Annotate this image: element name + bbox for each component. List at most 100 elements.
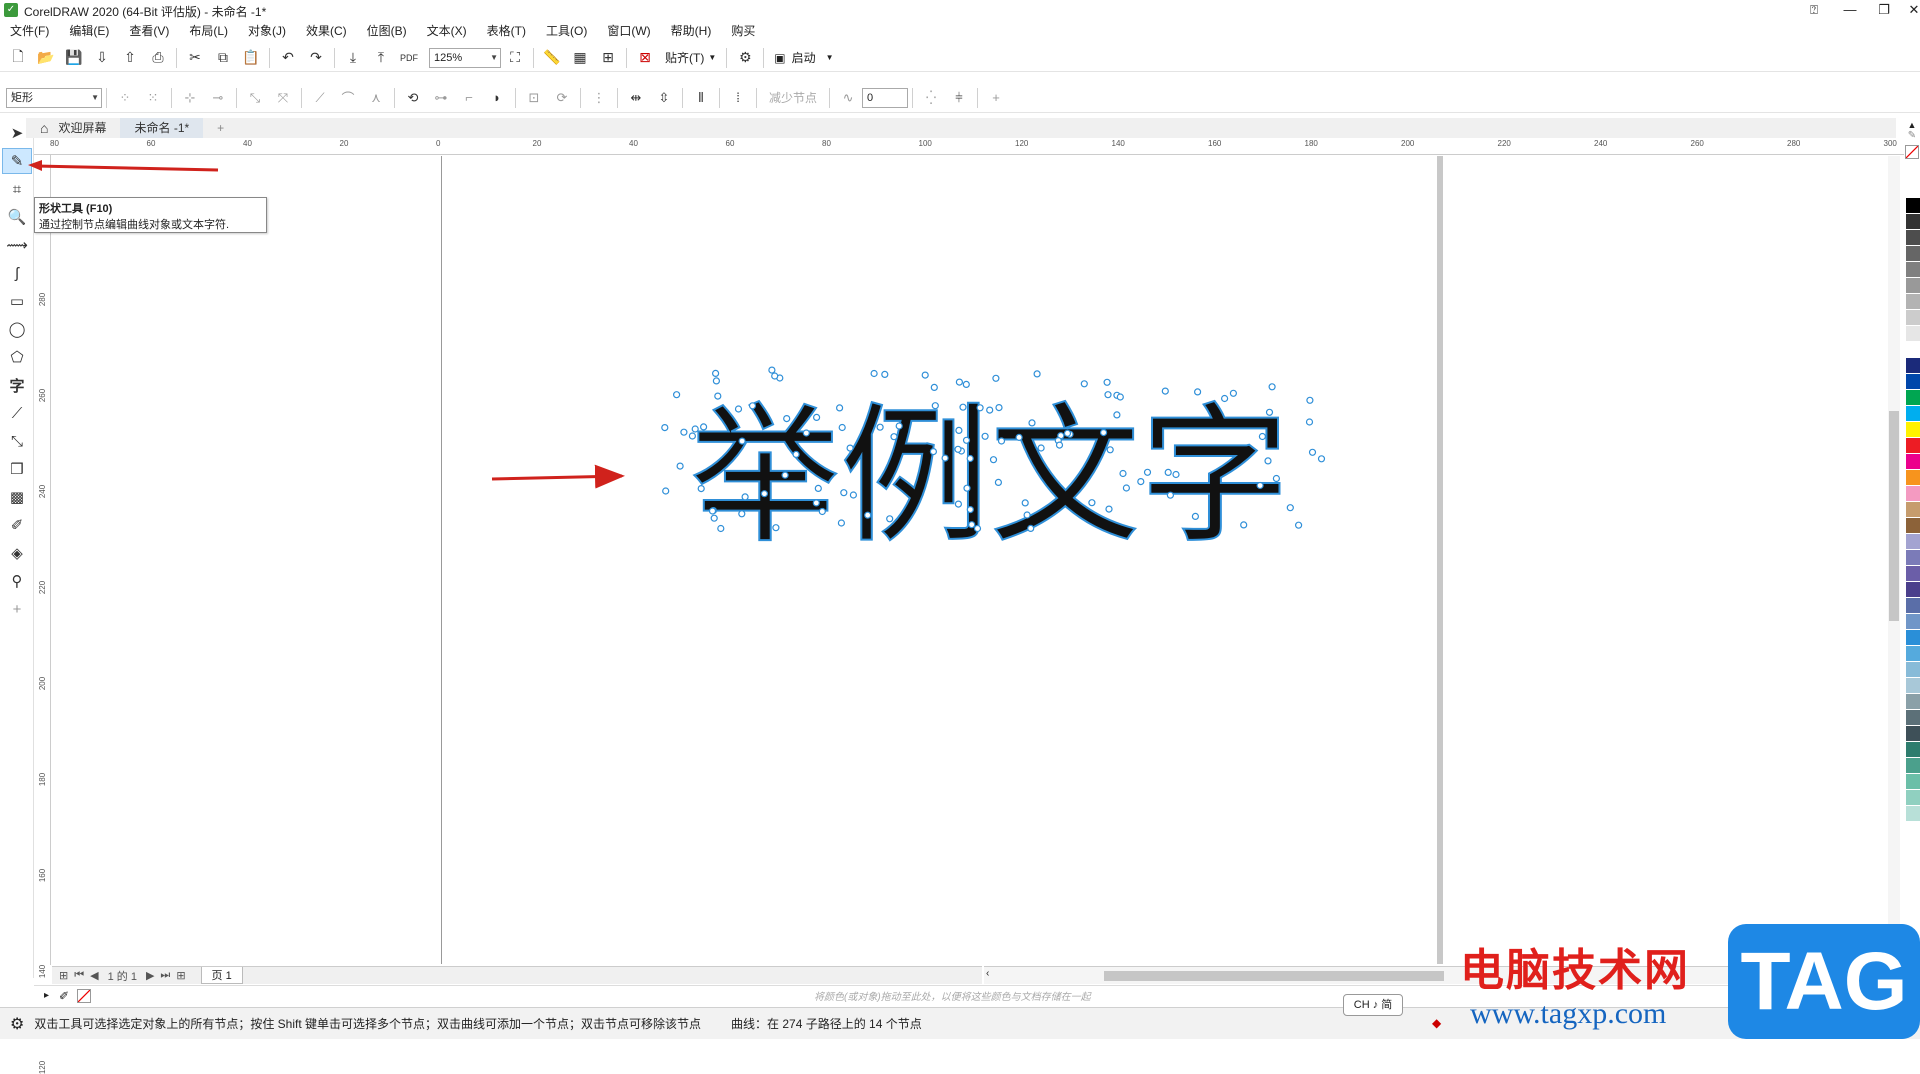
- curve-node[interactable]: [840, 489, 848, 497]
- open-folder-icon[interactable]: 📂: [34, 46, 58, 70]
- canvas-text-curves[interactable]: 举例文字: [689, 389, 1291, 565]
- full-screen-icon[interactable]: ⛶: [503, 46, 527, 70]
- next-page-icon[interactable]: ▶: [146, 969, 154, 982]
- extend-curve-icon[interactable]: ⊶: [429, 86, 453, 110]
- curve-node[interactable]: [890, 433, 898, 441]
- curve-node[interactable]: [973, 524, 982, 533]
- close-button[interactable]: ✕: [1896, 0, 1920, 20]
- color-swatch[interactable]: [1906, 742, 1920, 758]
- curve-node[interactable]: [864, 511, 872, 519]
- no-color-swatch[interactable]: [1905, 145, 1919, 159]
- cusp-node-icon[interactable]: ⋏: [364, 86, 388, 110]
- curve-node[interactable]: [672, 391, 681, 399]
- status-settings-gear-icon[interactable]: ⚙: [10, 1014, 24, 1034]
- curve-node[interactable]: [981, 432, 989, 440]
- curve-node[interactable]: [1033, 370, 1041, 378]
- join-nodes-icon[interactable]: ⤡: [243, 86, 267, 110]
- curve-node[interactable]: [760, 490, 769, 498]
- curve-node[interactable]: [662, 487, 670, 495]
- curve-node[interactable]: [954, 445, 962, 453]
- color-swatch[interactable]: [1906, 678, 1920, 694]
- dock-expand-icon[interactable]: ▸: [44, 990, 49, 1001]
- menu-bitmaps[interactable]: 位图(B): [357, 20, 417, 42]
- curve-node[interactable]: [781, 471, 789, 479]
- color-swatch[interactable]: [1906, 630, 1920, 646]
- curve-node[interactable]: [1088, 499, 1096, 507]
- curve-node[interactable]: [771, 372, 779, 380]
- copy-icon[interactable]: ⧉: [211, 46, 235, 70]
- color-swatch[interactable]: [1906, 390, 1920, 406]
- color-swatch[interactable]: [1906, 646, 1920, 662]
- menu-window[interactable]: 窗口(W): [597, 20, 660, 42]
- curve-node[interactable]: [812, 413, 821, 421]
- zoom-level-select[interactable]: 125% ▼: [429, 47, 501, 68]
- new-tab-button[interactable]: +: [203, 118, 238, 138]
- curve-node[interactable]: [1104, 391, 1112, 399]
- palette-options-icon[interactable]: ✎: [1904, 130, 1920, 141]
- color-swatch[interactable]: [1906, 230, 1920, 246]
- color-swatch[interactable]: [1906, 694, 1920, 710]
- export-icon[interactable]: ⤒: [369, 46, 393, 70]
- grid-toggle-icon[interactable]: ▦: [568, 46, 592, 70]
- curve-node[interactable]: [1317, 455, 1326, 463]
- curve-node[interactable]: [966, 454, 974, 463]
- curve-node[interactable]: [1164, 468, 1172, 476]
- menu-effects[interactable]: 效果(C): [296, 20, 357, 42]
- add-page-icon[interactable]: ⊞: [59, 969, 68, 982]
- color-swatch[interactable]: [1906, 262, 1920, 278]
- color-swatch[interactable]: [1906, 278, 1920, 294]
- save-icon[interactable]: 💾: [62, 46, 86, 70]
- color-swatch[interactable]: [1906, 566, 1920, 582]
- menu-view[interactable]: 查看(V): [119, 20, 179, 42]
- shape-type-select[interactable]: 矩形 ▼: [6, 87, 102, 108]
- stretch-nodes-icon[interactable]: ⊡: [522, 86, 546, 110]
- to-line-icon[interactable]: ⟋: [308, 86, 332, 110]
- curve-node[interactable]: [1116, 393, 1124, 401]
- curve-node[interactable]: [738, 510, 746, 518]
- color-swatch[interactable]: [1906, 198, 1920, 214]
- curve-node[interactable]: [1191, 512, 1200, 520]
- curve-node[interactable]: [835, 404, 844, 412]
- color-swatch[interactable]: [1906, 790, 1920, 806]
- to-curve-icon[interactable]: ⌒: [336, 86, 360, 110]
- eyedropper-icon[interactable]: ✐: [59, 989, 69, 1003]
- menu-table[interactable]: 表格(T): [477, 20, 536, 42]
- curve-node[interactable]: [1305, 418, 1314, 426]
- drop-shadow-tool-icon[interactable]: ❒: [2, 456, 32, 482]
- curve-node[interactable]: [1193, 388, 1202, 396]
- curve-node[interactable]: [768, 366, 776, 374]
- curve-node[interactable]: [1268, 383, 1276, 391]
- export-pdf-icon[interactable]: PDF: [397, 46, 421, 70]
- select-nodes-marquee-icon[interactable]: ⁛: [919, 86, 943, 110]
- rotate-nodes-icon[interactable]: ⟳: [550, 86, 574, 110]
- vertical-scrollbar[interactable]: [1888, 156, 1900, 964]
- no-color-swatch[interactable]: [77, 988, 92, 1003]
- cloud-upload-icon[interactable]: ⇧: [118, 46, 142, 70]
- reflect-vertical-icon[interactable]: ⇳: [652, 86, 676, 110]
- color-swatch[interactable]: [1906, 358, 1920, 374]
- delete-node-icon[interactable]: ⊸: [206, 86, 230, 110]
- color-swatch[interactable]: [1906, 518, 1920, 534]
- launch-dropdown[interactable]: ▣ 启动 ▼: [768, 49, 839, 66]
- curve-node[interactable]: [1113, 411, 1121, 419]
- curve-node[interactable]: [1105, 505, 1113, 513]
- menu-text[interactable]: 文本(X): [417, 20, 477, 42]
- extract-subpath-icon[interactable]: ⌐: [457, 86, 481, 110]
- curve-node[interactable]: [921, 371, 929, 379]
- ime-indicator[interactable]: CH ♪ 简: [1343, 994, 1403, 1016]
- curve-node[interactable]: [1240, 521, 1248, 529]
- last-page-icon[interactable]: ⏭: [160, 969, 170, 982]
- elastic-mode-icon[interactable]: ⫴: [689, 86, 713, 110]
- curve-node[interactable]: [1220, 394, 1229, 403]
- add-tool-icon[interactable]: +: [2, 596, 32, 622]
- menu-help[interactable]: 帮助(H): [661, 20, 722, 42]
- curve-node[interactable]: [714, 392, 722, 400]
- artistic-media-tool-icon[interactable]: ʃ: [2, 260, 32, 286]
- curve-node[interactable]: [1265, 408, 1274, 416]
- menu-buy[interactable]: 购买: [721, 20, 765, 42]
- curve-node[interactable]: [976, 404, 984, 412]
- curve-node[interactable]: [1286, 504, 1294, 512]
- curve-node[interactable]: [954, 500, 963, 508]
- color-swatch[interactable]: [1906, 406, 1920, 422]
- curve-node[interactable]: [1166, 491, 1175, 499]
